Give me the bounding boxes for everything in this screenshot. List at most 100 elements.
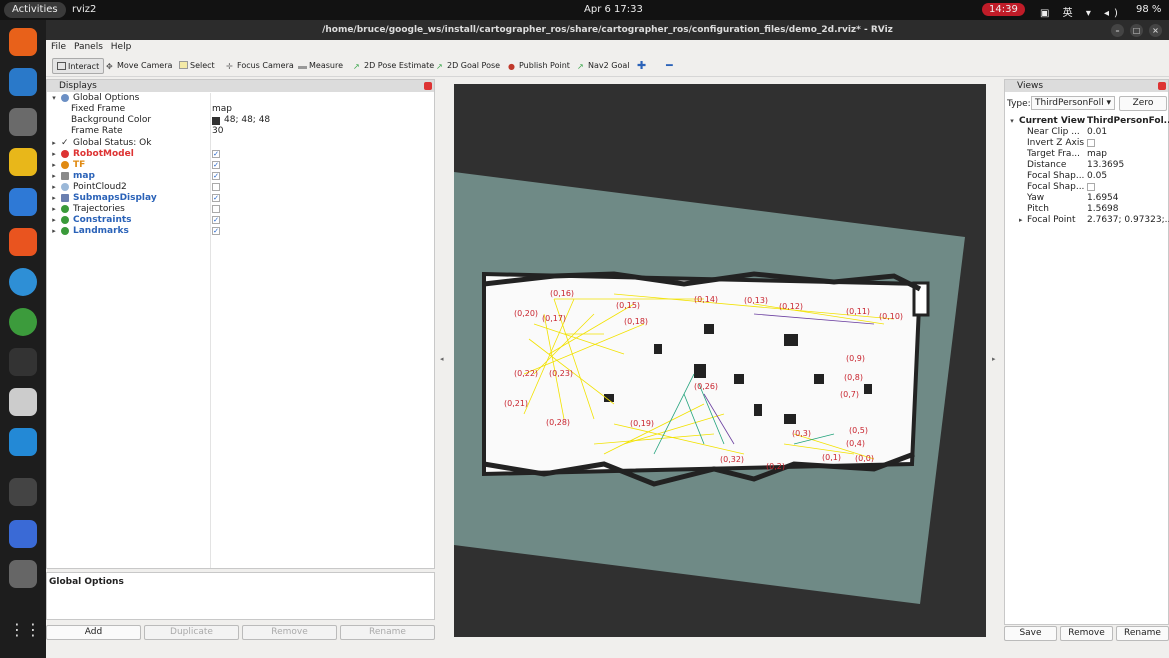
document-viewer-icon[interactable] xyxy=(9,388,37,416)
tool-2d-goal-pose[interactable]: ↗ 2D Goal Pose xyxy=(436,58,500,74)
ssd-drive-icon[interactable] xyxy=(9,560,37,588)
collapse-right-icon[interactable]: ▸ xyxy=(992,355,996,363)
view-prop-focal-shape-size[interactable]: Focal Shap... 0.05 xyxy=(1027,171,1107,182)
menu-help[interactable]: Help xyxy=(111,42,132,52)
thunderbird-icon[interactable] xyxy=(9,68,37,96)
zero-button[interactable]: Zero xyxy=(1119,96,1167,111)
svg-text:(0,15): (0,15) xyxy=(616,301,640,310)
expand-right-icon[interactable]: ▸ xyxy=(51,171,57,182)
close-panel-icon[interactable] xyxy=(424,82,432,90)
rviz-icon[interactable] xyxy=(9,478,37,506)
view-prop-distance[interactable]: Distance 13.3695 xyxy=(1027,160,1124,171)
tool-2d-pose-estimate[interactable]: ↗ 2D Pose Estimate xyxy=(353,58,434,74)
files-icon[interactable] xyxy=(9,108,37,136)
display-checkbox[interactable]: ✓ xyxy=(212,194,220,202)
view-prop-focal-point[interactable]: ▸ Focal Point 2.7637; 0.97323;... xyxy=(1019,215,1169,226)
expand-down-icon[interactable]: ▾ xyxy=(51,93,57,104)
expand-right-icon[interactable]: ▸ xyxy=(51,182,57,193)
expand-right-icon[interactable]: ▸ xyxy=(51,204,57,215)
view-prop-pitch[interactable]: Pitch 1.5698 xyxy=(1027,204,1119,215)
close-icon[interactable]: × xyxy=(1149,24,1162,37)
render-3d-view[interactable]: (0,16) (0,20) (0,17) (0,18) (0,15) (0,14… xyxy=(454,84,986,637)
display-checkbox[interactable]: ✓ xyxy=(212,161,220,169)
vscode-icon[interactable] xyxy=(9,428,37,456)
displays-header: Displays xyxy=(47,80,434,92)
maximize-icon[interactable]: □ xyxy=(1130,24,1143,37)
display-checkbox[interactable]: ✓ xyxy=(212,227,220,235)
expand-right-icon[interactable]: ▸ xyxy=(51,160,57,171)
recording-indicator[interactable]: 14:39 xyxy=(982,3,1025,16)
view-prop-near-clip[interactable]: Near Clip ... 0.01 xyxy=(1027,127,1107,138)
tool-focus-camera[interactable]: ✛ Focus Camera xyxy=(226,58,294,74)
remove-display-button[interactable]: Remove xyxy=(242,625,337,640)
display-checkbox[interactable] xyxy=(212,205,220,213)
ime-indicator[interactable]: 英 xyxy=(1063,8,1078,19)
tool-nav2-goal[interactable]: ↗ Nav2 Goal xyxy=(577,58,629,74)
display-checkbox[interactable]: ✓ xyxy=(212,172,220,180)
terminal-icon[interactable] xyxy=(9,348,37,376)
save-view-button[interactable]: Save xyxy=(1004,626,1057,641)
svg-text:(0,0): (0,0) xyxy=(855,454,874,463)
activities-button[interactable]: Activities xyxy=(4,2,66,18)
remove-tool-icon[interactable]: ━ xyxy=(666,58,673,74)
expand-right-icon[interactable]: ▸ xyxy=(51,193,57,204)
tool-select[interactable]: Select xyxy=(179,58,215,74)
remove-view-button[interactable]: Remove xyxy=(1060,626,1113,641)
window-title: /home/bruce/google_ws/install/cartograph… xyxy=(322,25,893,35)
menu-file[interactable]: File xyxy=(51,42,66,52)
tray-icons[interactable]: ▣ 英 ▾ ◂) xyxy=(1040,4,1123,19)
view-properties-tree: ▾ Current View ThirdPersonFol... Near Cl… xyxy=(1005,114,1169,624)
collapse-left-icon[interactable]: ◂ xyxy=(440,355,444,363)
display-checkbox[interactable]: ✓ xyxy=(212,150,220,158)
chrome-icon[interactable] xyxy=(9,308,37,336)
nav-arrow-icon: ↗ xyxy=(577,62,584,71)
active-app-name[interactable]: rviz2 xyxy=(72,4,96,15)
writer-icon[interactable] xyxy=(9,188,37,216)
menu-panels[interactable]: Panels xyxy=(74,42,103,52)
battery-indicator[interactable]: 98 % xyxy=(1136,4,1161,15)
background-color-row[interactable]: Background Color 48; 48; 48 xyxy=(71,115,270,126)
add-button[interactable]: Add xyxy=(46,625,141,640)
robot-model-icon xyxy=(61,150,69,158)
minimize-icon[interactable]: – xyxy=(1111,24,1124,37)
display-checkbox[interactable]: ✓ xyxy=(212,216,220,224)
view-type-select[interactable]: ThirdPersonFoll ▾ xyxy=(1031,96,1115,110)
ruler-icon xyxy=(298,64,307,69)
view-prop-target-frame[interactable]: Target Fra... map xyxy=(1027,149,1107,160)
color-swatch[interactable] xyxy=(212,117,220,125)
add-tool-icon[interactable]: ✚ xyxy=(637,58,646,74)
view-prop-invert-z[interactable]: Invert Z Axis xyxy=(1027,138,1095,149)
svg-text:(0,23): (0,23) xyxy=(549,369,573,378)
fixed-frame-row[interactable]: Fixed Frame map xyxy=(71,104,232,115)
rename-display-button[interactable]: Rename xyxy=(340,625,435,640)
expand-right-icon[interactable]: ▸ xyxy=(1019,216,1023,224)
rhythmbox-icon[interactable] xyxy=(9,148,37,176)
text-editor-icon[interactable] xyxy=(9,520,37,548)
software-icon[interactable] xyxy=(9,228,37,256)
duplicate-button[interactable]: Duplicate xyxy=(144,625,239,640)
expand-right-icon[interactable]: ▸ xyxy=(51,226,57,237)
expand-right-icon[interactable]: ▸ xyxy=(51,215,57,226)
expand-right-icon[interactable]: ▸ xyxy=(51,149,57,160)
tool-move-camera[interactable]: ✥ Move Camera xyxy=(106,58,172,74)
rename-view-button[interactable]: Rename xyxy=(1116,626,1169,641)
dock: ⋮⋮ xyxy=(0,20,46,658)
map-canvas[interactable]: (0,16) (0,20) (0,17) (0,18) (0,15) (0,14… xyxy=(454,84,986,637)
frame-rate-row[interactable]: Frame Rate 30 xyxy=(71,126,223,137)
tool-publish-point[interactable]: ● Publish Point xyxy=(508,58,570,74)
expand-down-icon[interactable]: ▾ xyxy=(1009,116,1015,127)
tool-interact[interactable]: Interact xyxy=(52,58,105,74)
view-prop-yaw[interactable]: Yaw 1.6954 xyxy=(1027,193,1119,204)
tool-measure[interactable]: Measure xyxy=(298,58,343,74)
view-prop-focal-shape-fixed[interactable]: Focal Shap... xyxy=(1027,182,1095,193)
close-panel-icon[interactable] xyxy=(1158,82,1166,90)
display-checkbox[interactable] xyxy=(212,183,220,191)
firefox-icon[interactable] xyxy=(9,28,37,56)
gear-icon xyxy=(61,94,69,102)
invert-z-checkbox[interactable] xyxy=(1087,139,1095,147)
expand-right-icon[interactable]: ▸ xyxy=(51,138,57,149)
app-grid-icon[interactable]: ⋮⋮ xyxy=(9,620,41,648)
system-clock[interactable]: Apr 6 17:33 xyxy=(584,4,643,15)
help-icon[interactable] xyxy=(9,268,37,296)
focal-shape-checkbox[interactable] xyxy=(1087,183,1095,191)
